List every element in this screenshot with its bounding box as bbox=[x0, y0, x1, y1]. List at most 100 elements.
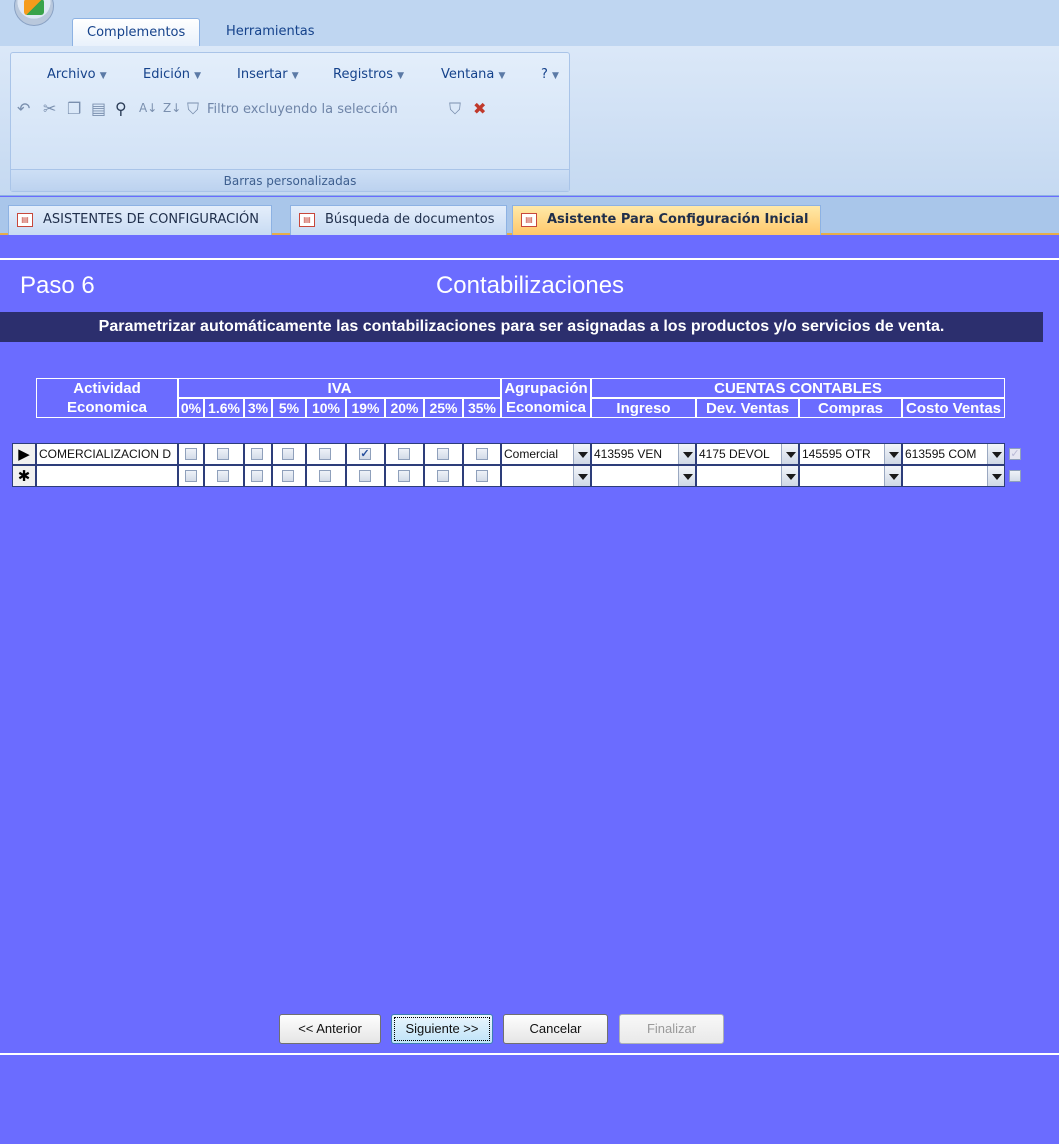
chevron-down-icon[interactable] bbox=[781, 466, 798, 486]
iva-5-checkbox[interactable] bbox=[282, 470, 294, 482]
menu-registros[interactable]: Registros ▼ bbox=[333, 67, 404, 82]
iva-cell bbox=[463, 443, 501, 465]
iva-3-checkbox[interactable] bbox=[251, 448, 263, 460]
tab-complementos[interactable]: Complementos bbox=[72, 18, 201, 48]
cancel-button[interactable]: Cancelar bbox=[503, 1014, 608, 1044]
header-costo-ventas: Costo Ventas bbox=[902, 398, 1005, 418]
header-iva-19: 19% bbox=[346, 398, 385, 418]
iva-25-checkbox[interactable] bbox=[437, 448, 449, 460]
cut-icon[interactable]: ✂ bbox=[43, 99, 56, 118]
iva-cell bbox=[424, 443, 463, 465]
iva-35-checkbox[interactable] bbox=[476, 448, 488, 460]
iva-19-checkbox[interactable] bbox=[359, 470, 371, 482]
compras-combo[interactable]: 145595 OTR bbox=[799, 443, 902, 465]
iva-cell bbox=[204, 443, 244, 465]
iva-1-6-checkbox[interactable] bbox=[217, 448, 229, 460]
ribbon-tabs: Complementos Herramientas bbox=[0, 6, 1059, 48]
doc-tab-busqueda[interactable]: ▤ Búsqueda de documentos bbox=[290, 205, 508, 235]
find-icon[interactable]: ⚲ bbox=[115, 99, 127, 118]
ingreso-combo[interactable]: 413595 VEN bbox=[591, 443, 696, 465]
row-active-checkbox[interactable] bbox=[1009, 470, 1021, 482]
record-selector-current[interactable]: ▶ bbox=[12, 443, 36, 465]
header-iva: IVA bbox=[178, 378, 501, 398]
row-active-checkbox[interactable]: ✓ bbox=[1009, 448, 1021, 460]
form-bottom-divider bbox=[0, 1053, 1059, 1055]
menu-edicion[interactable]: Edición ▼ bbox=[143, 67, 201, 82]
header-dev-ventas: Dev. Ventas bbox=[696, 398, 799, 418]
dropdown-arrow-icon: ▼ bbox=[397, 71, 405, 81]
iva-20-checkbox[interactable] bbox=[398, 470, 410, 482]
undo-icon[interactable]: ↶ bbox=[17, 99, 30, 118]
form-subtitle: Parametrizar automáticamente las contabi… bbox=[0, 312, 1043, 342]
chevron-down-icon[interactable] bbox=[987, 444, 1004, 464]
iva-20-checkbox[interactable] bbox=[398, 448, 410, 460]
iva-cell bbox=[178, 465, 204, 487]
chevron-down-icon[interactable] bbox=[573, 444, 590, 464]
ribbon-body: Archivo ▼ Edición ▼ Insertar ▼ Registros… bbox=[0, 46, 1059, 196]
iva-cell bbox=[178, 443, 204, 465]
custom-toolbars-group: Archivo ▼ Edición ▼ Insertar ▼ Registros… bbox=[10, 52, 570, 192]
costo-ventas-combo[interactable] bbox=[902, 465, 1005, 487]
iva-5-checkbox[interactable] bbox=[282, 448, 294, 460]
iva-cell bbox=[272, 465, 306, 487]
iva-cell bbox=[385, 465, 424, 487]
dropdown-arrow-icon: ▼ bbox=[291, 71, 299, 81]
iva-0-checkbox[interactable] bbox=[185, 448, 197, 460]
ingreso-combo[interactable] bbox=[591, 465, 696, 487]
iva-3-checkbox[interactable] bbox=[251, 470, 263, 482]
dev-ventas-combo[interactable] bbox=[696, 465, 799, 487]
chevron-down-icon[interactable] bbox=[678, 444, 695, 464]
compras-combo[interactable] bbox=[799, 465, 902, 487]
remove-filter-icon[interactable]: ✖ bbox=[473, 99, 486, 118]
previous-button[interactable]: << Anterior bbox=[279, 1014, 381, 1044]
filter-selection-icon[interactable]: ⛉ bbox=[187, 99, 199, 119]
filter-excluding-selection[interactable]: Filtro excluyendo la selección bbox=[207, 102, 398, 117]
iva-cell bbox=[463, 465, 501, 487]
agrupacion-combo[interactable] bbox=[501, 465, 591, 487]
menu-insertar[interactable]: Insertar ▼ bbox=[237, 67, 299, 82]
iva-19-checkbox[interactable]: ✓ bbox=[359, 448, 371, 460]
iva-0-checkbox[interactable] bbox=[185, 470, 197, 482]
menu-ventana[interactable]: Ventana ▼ bbox=[441, 67, 505, 82]
chevron-down-icon[interactable] bbox=[678, 466, 695, 486]
tab-herramientas[interactable]: Herramientas bbox=[212, 18, 329, 48]
header-compras: Compras bbox=[799, 398, 902, 418]
iva-25-checkbox[interactable] bbox=[437, 470, 449, 482]
iva-cell bbox=[306, 443, 346, 465]
doc-tab-asistentes[interactable]: ▤ ASISTENTES DE CONFIGURACIÓN bbox=[8, 205, 272, 235]
chevron-down-icon[interactable] bbox=[884, 444, 901, 464]
dev-ventas-combo[interactable]: 4175 DEVOL bbox=[696, 443, 799, 465]
toolbar: ↶ ✂ ❐ ▤ ⚲ A↓ Z↓ ⛉ Filtro excluyendo la s… bbox=[17, 99, 557, 123]
chevron-down-icon[interactable] bbox=[781, 444, 798, 464]
copy-icon[interactable]: ❐ bbox=[67, 99, 81, 118]
dropdown-arrow-icon: ▼ bbox=[99, 71, 107, 81]
actividad-cell[interactable] bbox=[36, 465, 178, 487]
next-button[interactable]: Siguiente >> bbox=[391, 1014, 493, 1044]
iva-1-6-checkbox[interactable] bbox=[217, 470, 229, 482]
form-top-divider bbox=[0, 258, 1059, 260]
iva-35-checkbox[interactable] bbox=[476, 470, 488, 482]
record-selector-new[interactable]: ✱ bbox=[12, 465, 36, 487]
form-icon: ▤ bbox=[299, 213, 315, 227]
iva-cell bbox=[204, 465, 244, 487]
chevron-down-icon[interactable] bbox=[884, 466, 901, 486]
menu-archivo[interactable]: Archivo ▼ bbox=[47, 67, 107, 82]
sort-descending-icon[interactable]: Z↓ bbox=[163, 101, 181, 115]
header-iva-5: 5% bbox=[272, 398, 306, 418]
agrupacion-combo[interactable]: Comercial bbox=[501, 443, 591, 465]
finish-button[interactable]: Finalizar bbox=[619, 1014, 724, 1044]
chevron-down-icon[interactable] bbox=[573, 466, 590, 486]
chevron-down-icon[interactable] bbox=[987, 466, 1004, 486]
header-iva-35: 35% bbox=[463, 398, 501, 418]
doc-tab-asistente-inicial[interactable]: ▤ Asistente Para Configuración Inicial bbox=[512, 205, 822, 235]
dropdown-arrow-icon: ▼ bbox=[194, 71, 202, 81]
costo-ventas-combo[interactable]: 613595 COM bbox=[902, 443, 1005, 465]
paste-icon[interactable]: ▤ bbox=[91, 99, 106, 118]
iva-10-checkbox[interactable] bbox=[319, 448, 331, 460]
iva-10-checkbox[interactable] bbox=[319, 470, 331, 482]
filter-icon[interactable]: ⛉ bbox=[449, 99, 461, 119]
sort-ascending-icon[interactable]: A↓ bbox=[139, 101, 157, 115]
actividad-cell[interactable]: COMERCIALIZACION D bbox=[36, 443, 178, 465]
iva-cell bbox=[306, 465, 346, 487]
menu-ayuda[interactable]: ? ▼ bbox=[541, 67, 559, 82]
